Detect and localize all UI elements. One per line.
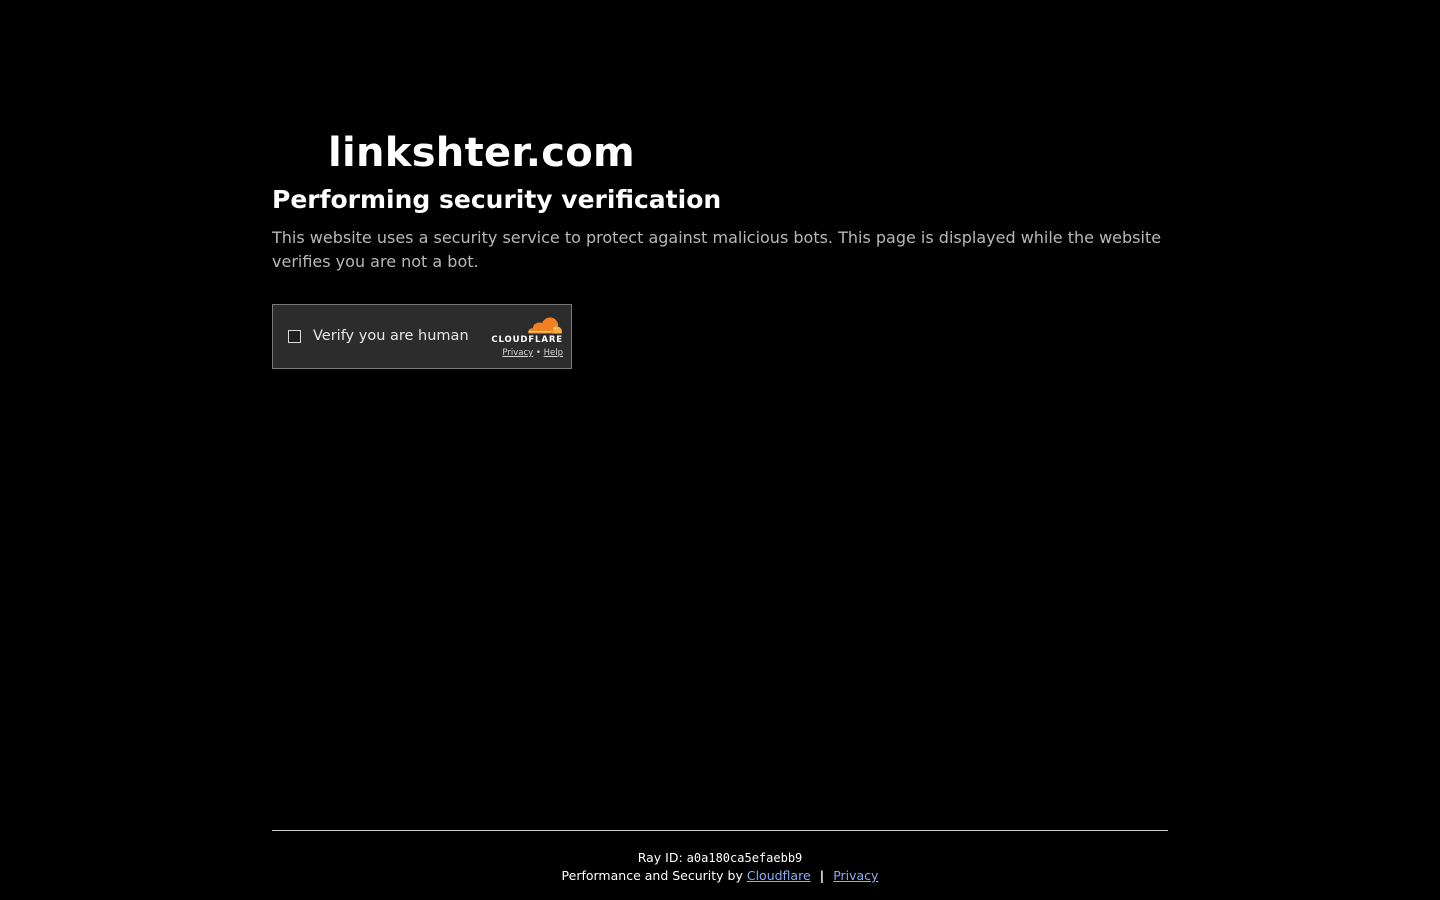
site-heading: linkshter.com: [272, 128, 1168, 178]
ray-id-line: Ray ID: a0a180ca5efaebb9: [272, 849, 1168, 867]
site-name: linkshter.com: [328, 130, 636, 176]
cloudflare-branding: CLOUDFLARE Privacy • Help: [487, 316, 563, 358]
ray-id-value: a0a180ca5efaebb9: [686, 851, 803, 865]
widget-links: Privacy • Help: [487, 348, 563, 358]
cloudflare-wordmark: CLOUDFLARE: [491, 335, 563, 345]
verify-label[interactable]: Verify you are human: [313, 326, 469, 346]
ray-id-label: Ray ID:: [637, 850, 687, 865]
performance-line: Performance and Security by Cloudflare |…: [272, 867, 1168, 885]
main-content: linkshter.com Performing security verifi…: [272, 128, 1168, 369]
widget-privacy-link[interactable]: Privacy: [502, 348, 533, 358]
cloudflare-link[interactable]: Cloudflare: [747, 868, 811, 883]
widget-help-link[interactable]: Help: [544, 348, 563, 358]
cloudflare-cloud-icon: [528, 317, 562, 334]
site-favicon: [272, 133, 328, 173]
footer: Ray ID: a0a180ca5efaebb9 Performance and…: [272, 830, 1168, 885]
widget-link-separator: •: [535, 348, 544, 358]
page-description: This website uses a security service to …: [272, 228, 1162, 271]
verify-checkbox[interactable]: [288, 330, 301, 343]
turnstile-widget[interactable]: Verify you are human CLOUDFLARE Privacy …: [272, 304, 572, 369]
footer-privacy-link[interactable]: Privacy: [833, 868, 878, 883]
challenge-page: linkshter.com Performing security verifi…: [0, 0, 1440, 900]
footer-separator: |: [819, 868, 825, 883]
page-title: Performing security verification: [272, 185, 722, 214]
performance-text: Performance and Security by: [561, 868, 747, 883]
